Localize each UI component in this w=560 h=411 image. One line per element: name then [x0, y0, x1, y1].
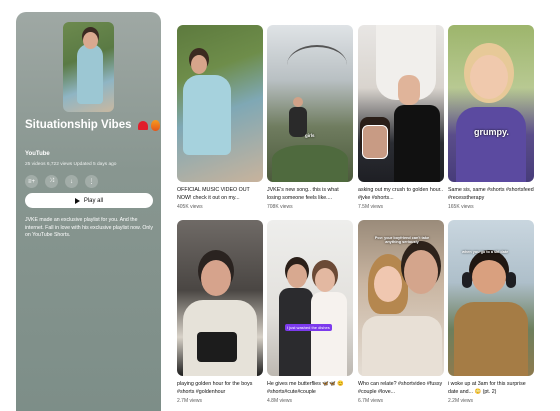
- video-thumbnail[interactable]: [177, 25, 263, 182]
- video-views: 6.7M views: [358, 398, 384, 404]
- video-thumbnail[interactable]: girls: [267, 25, 353, 182]
- video-title[interactable]: i woke up at 3am for this surprise date …: [448, 380, 534, 397]
- video-views: 4.8M views: [267, 398, 293, 404]
- video-views: 708K views: [267, 204, 293, 210]
- download-icon[interactable]: ↓: [65, 175, 78, 188]
- video-title[interactable]: Who can relate? #shortvideo #fussy #coup…: [358, 380, 444, 397]
- video-title[interactable]: asking out my crush to golden hour.. #jv…: [358, 186, 444, 203]
- heart-emoji-icon: [137, 120, 148, 130]
- add-to-queue-icon[interactable]: ≡+: [25, 175, 38, 188]
- playlist-description: JVKE made an exclusive playlist for you.…: [25, 217, 154, 239]
- video-overlay-text: Pov: your boyfriend can't take anything …: [374, 236, 430, 244]
- video-card[interactable]: Pov: your boyfriend can't take anything …: [358, 220, 444, 404]
- channel-name[interactable]: YouTube: [25, 151, 50, 157]
- video-views: 405K views: [177, 204, 203, 210]
- video-views: 165K views: [448, 204, 474, 210]
- video-card[interactable]: playing golden hour for the boys #shorts…: [177, 220, 263, 404]
- play-all-label: Play all: [83, 197, 104, 204]
- play-all-button[interactable]: Play all: [25, 193, 153, 208]
- video-thumbnail[interactable]: grumpy.: [448, 25, 534, 182]
- video-title[interactable]: OFFICIAL MUSIC VIDEO OUT NOW! check it o…: [177, 186, 263, 203]
- more-icon[interactable]: ⋮: [85, 175, 98, 188]
- video-card[interactable]: when you go to a ski date i woke up at 3…: [448, 220, 534, 404]
- play-icon: [74, 197, 80, 204]
- video-title[interactable]: He gives me butterflies 🦋🦋 😊 #shorts#cut…: [267, 380, 353, 397]
- video-views: 2.7M views: [177, 398, 203, 404]
- playlist-title: Situationship Vibes: [25, 119, 132, 131]
- shuffle-icon[interactable]: ⤨: [45, 175, 58, 188]
- video-views: 2.2M views: [448, 398, 474, 404]
- video-views: 7.5M views: [358, 204, 384, 210]
- video-thumbnail[interactable]: Pov: your boyfriend can't take anything …: [358, 220, 444, 376]
- video-thumbnail[interactable]: when you go to a ski date: [448, 220, 534, 376]
- video-title[interactable]: JVKE's new song.. this is what losing so…: [267, 186, 353, 203]
- video-card[interactable]: OFFICIAL MUSIC VIDEO OUT NOW! check it o…: [177, 25, 263, 210]
- video-overlay-text: when you go to a ski date: [462, 250, 509, 254]
- video-thumbnail[interactable]: [358, 25, 444, 182]
- video-overlay-text: girls: [305, 133, 315, 138]
- video-title[interactable]: playing golden hour for the boys #shorts…: [177, 380, 263, 397]
- playlist-actions: ≡+ ⤨ ↓ ⋮: [25, 175, 98, 188]
- playlist-panel: Situationship Vibes YouTube 25 videos 6,…: [16, 12, 161, 411]
- playlist-thumbnail[interactable]: [63, 22, 114, 112]
- fire-emoji-icon: [150, 119, 160, 131]
- video-overlay-text: I just washed the dishes: [285, 324, 332, 331]
- video-overlay-text: grumpy.: [474, 127, 509, 137]
- playlist-title-row: Situationship Vibes: [25, 119, 160, 131]
- playlist-meta: 25 videos 6,722 views Updated 5 days ago: [25, 162, 117, 167]
- video-card[interactable]: grumpy. Same sis, same #shorts #shortsfe…: [448, 25, 534, 210]
- video-thumbnail[interactable]: I just washed the dishes: [267, 220, 353, 376]
- video-title[interactable]: Same sis, same #shorts #shortsfeed #rece…: [448, 186, 534, 203]
- video-card[interactable]: asking out my crush to golden hour.. #jv…: [358, 25, 444, 210]
- video-card[interactable]: girls JVKE's new song.. this is what los…: [267, 25, 353, 210]
- video-thumbnail[interactable]: [177, 220, 263, 376]
- video-card[interactable]: I just washed the dishes He gives me but…: [267, 220, 353, 404]
